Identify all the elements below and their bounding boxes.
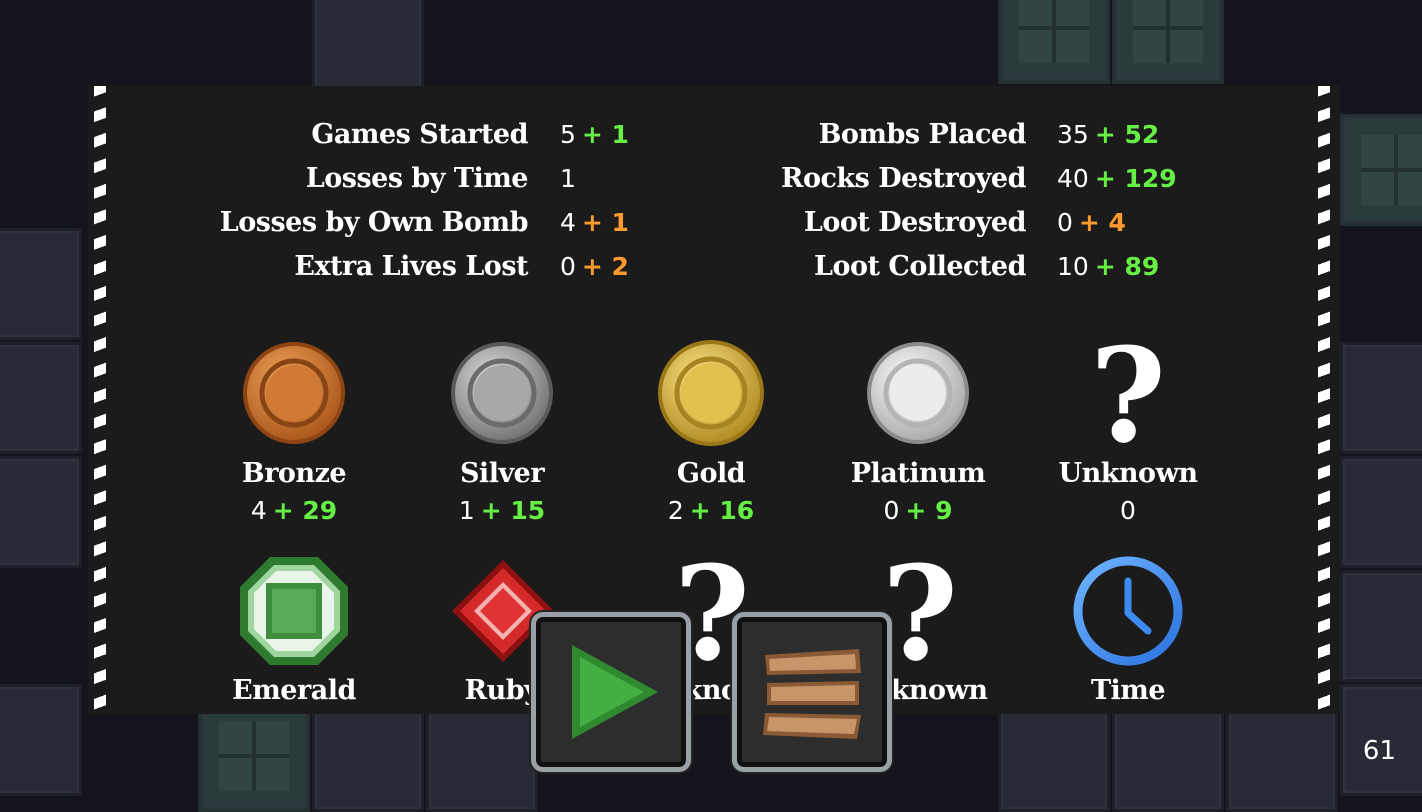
gem-name: Emerald xyxy=(232,675,356,706)
background-tile xyxy=(0,342,82,454)
stat-row: Loot Collected xyxy=(588,247,1027,287)
background-tile xyxy=(998,700,1110,812)
stat-label: Extra Lives Lost xyxy=(294,251,528,282)
stat-row: Loot Destroyed xyxy=(588,203,1027,243)
stat-label: Bombs Placed xyxy=(818,119,1027,150)
stat-row: Losses by Own Bomb xyxy=(88,203,529,243)
wooden-planks-menu-icon xyxy=(763,649,861,739)
coin-number: 1 xyxy=(458,496,475,525)
stat-label: Loot Destroyed xyxy=(803,207,1027,238)
stat-label: Losses by Time xyxy=(305,163,529,194)
stat-delta: + 129 xyxy=(1094,164,1177,193)
hazard-stripe-right xyxy=(1318,86,1330,714)
coin-number: 0 xyxy=(883,496,900,525)
coin-delta: + 29 xyxy=(272,496,338,525)
stat-number: 10 xyxy=(1057,252,1089,281)
coin-count: 0 + 9 xyxy=(818,496,1018,525)
clock-icon xyxy=(1073,556,1183,666)
gold-coin-icon xyxy=(658,340,764,446)
platinum-coin-icon xyxy=(867,342,969,444)
background-tile xyxy=(312,0,424,100)
play-button[interactable] xyxy=(531,612,691,772)
stat-number: 35 xyxy=(1057,120,1089,149)
stat-row: Rocks Destroyed xyxy=(588,159,1026,199)
background-tile xyxy=(1112,0,1224,84)
stat-label: Games Started xyxy=(311,119,528,150)
stat-row: Losses by Time xyxy=(88,159,529,199)
coin-count: 1 + 15 xyxy=(402,496,602,525)
stat-row: Extra Lives Lost xyxy=(88,247,528,287)
stat-value: 40 + 129 xyxy=(1057,159,1277,199)
bronze-coin-icon xyxy=(243,342,345,444)
background-tile xyxy=(1340,342,1422,454)
page-number: 61 xyxy=(1362,736,1396,766)
stat-delta: + 89 xyxy=(1094,252,1160,281)
coin-delta: + 15 xyxy=(480,496,546,525)
background-tile xyxy=(198,700,310,812)
stats-panel: Games Started 5 + 1 Losses by Time 1 Loss… xyxy=(88,86,1340,714)
coin-name: Gold xyxy=(676,458,746,489)
background-tile xyxy=(312,700,424,812)
coin-count: 2 + 16 xyxy=(611,496,811,525)
coin-count: 4 + 29 xyxy=(194,496,394,525)
stat-label: Loot Collected xyxy=(813,251,1027,282)
stat-number: 4 xyxy=(560,208,576,237)
coin-delta: + 16 xyxy=(689,496,755,525)
background-tile xyxy=(1340,114,1422,226)
stat-number: 1 xyxy=(560,164,576,193)
stat-delta: + 4 xyxy=(1078,208,1126,237)
stat-number: 5 xyxy=(560,120,576,149)
emerald-gem-icon xyxy=(240,557,348,665)
gem-name: Time xyxy=(1090,675,1166,706)
background-tile xyxy=(0,456,82,568)
background-tile xyxy=(1340,456,1422,568)
background-tile xyxy=(426,700,538,812)
stat-delta: + 52 xyxy=(1094,120,1160,149)
stat-number: 0 xyxy=(1057,208,1073,237)
coin-delta: + 9 xyxy=(905,496,953,525)
stat-number: 0 xyxy=(560,252,576,281)
coin-name: Silver xyxy=(459,458,545,489)
coin-count: 0 xyxy=(1028,496,1228,525)
background-tile xyxy=(0,684,82,796)
coin-number: 4 xyxy=(250,496,267,525)
stat-row: Games Started xyxy=(88,115,528,155)
background-tile xyxy=(1340,570,1422,682)
stat-number: 40 xyxy=(1057,164,1089,193)
coin-number: 0 xyxy=(1120,496,1136,525)
silver-coin-icon xyxy=(451,342,553,444)
menu-button[interactable] xyxy=(732,612,892,772)
play-triangle-icon xyxy=(572,645,658,739)
coin-name: Bronze xyxy=(241,458,347,489)
coin-name: Unknown xyxy=(1058,458,1198,489)
stat-label: Rocks Destroyed xyxy=(781,163,1026,194)
stat-value: 10 + 89 xyxy=(1057,247,1277,287)
stat-value: 35 + 52 xyxy=(1057,115,1277,155)
background-tile xyxy=(0,228,82,340)
question-mark-icon: ? xyxy=(1089,319,1167,472)
background-tile xyxy=(998,0,1110,84)
stat-row: Bombs Placed xyxy=(588,115,1027,155)
stat-value: 0 + 4 xyxy=(1057,203,1277,243)
background-tile xyxy=(1226,700,1338,812)
coin-number: 2 xyxy=(667,496,684,525)
coin-name: Platinum xyxy=(850,458,986,489)
stat-label: Losses by Own Bomb xyxy=(219,207,529,238)
background-tile xyxy=(1112,700,1224,812)
